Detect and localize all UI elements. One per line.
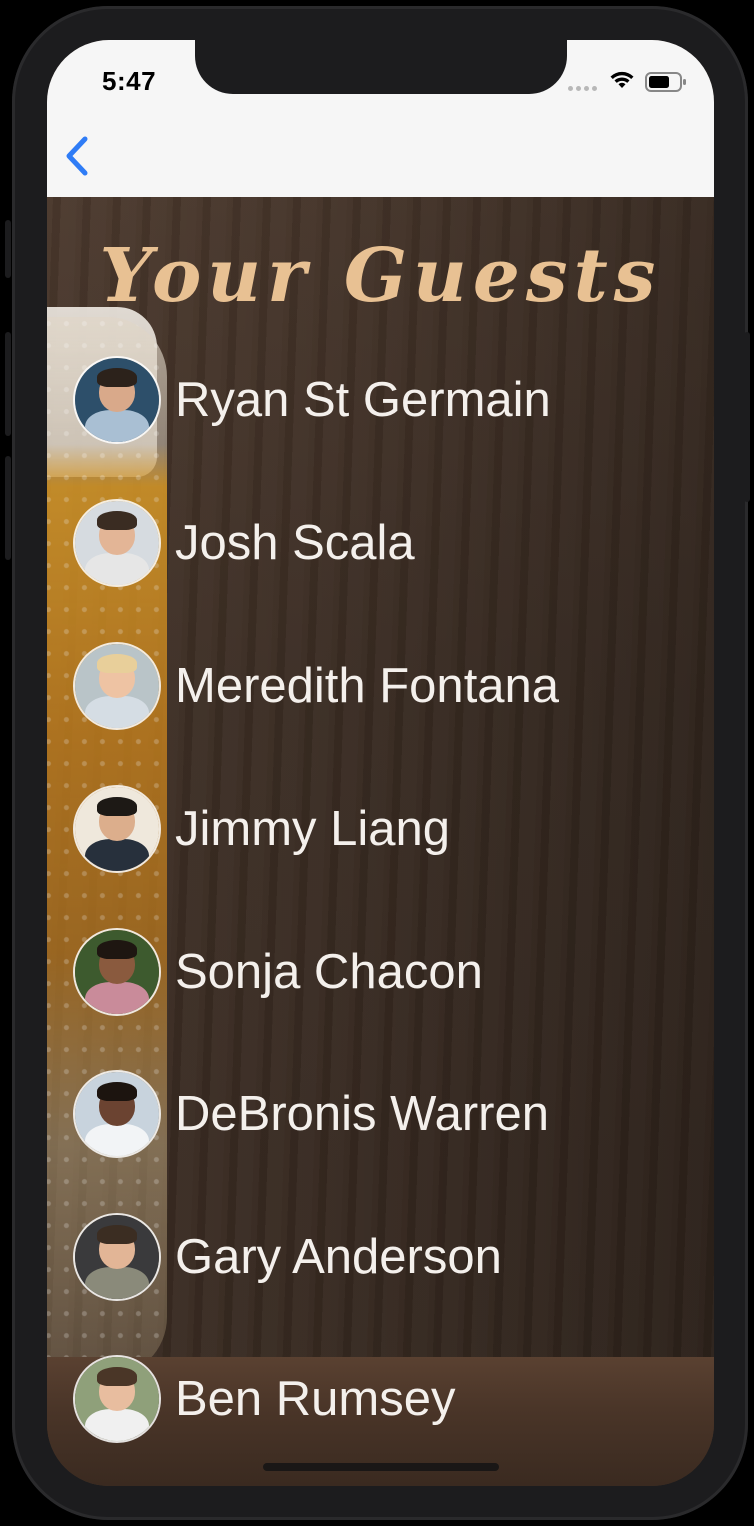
volume-up-button — [5, 332, 11, 436]
back-button[interactable] — [61, 135, 97, 177]
silent-switch — [5, 220, 11, 278]
guest-row[interactable]: Jimmy Liang — [73, 783, 450, 875]
guest-name: DeBronis Warren — [175, 1087, 549, 1141]
avatar — [73, 1070, 161, 1158]
home-indicator — [263, 1463, 499, 1471]
avatar — [73, 499, 161, 587]
power-button — [744, 332, 750, 502]
guest-row[interactable]: DeBronis Warren — [73, 1068, 549, 1160]
notch — [195, 40, 567, 94]
battery-icon — [645, 72, 686, 92]
avatar — [73, 356, 161, 444]
guest-name: Josh Scala — [175, 516, 415, 570]
screen: Your Guests Ryan St Germain Josh Scala Mer… — [47, 40, 714, 1486]
avatar — [73, 1213, 161, 1301]
guest-row[interactable]: Sonja Chacon — [73, 926, 483, 1018]
guest-row[interactable]: Ryan St Germain — [73, 354, 551, 446]
avatar — [73, 928, 161, 1016]
avatar — [73, 785, 161, 873]
avatar — [73, 1355, 161, 1443]
guest-name: Sonja Chacon — [175, 945, 483, 999]
status-bar: 5:47 — [47, 40, 714, 197]
guest-list-screen: Your Guests Ryan St Germain Josh Scala Mer… — [47, 197, 714, 1486]
guest-name: Meredith Fontana — [175, 659, 560, 713]
guest-name: Gary Anderson — [175, 1230, 502, 1284]
page-title: Your Guests — [99, 233, 662, 319]
chevron-left-icon — [66, 136, 88, 176]
guest-row[interactable]: Josh Scala — [73, 497, 415, 589]
guest-row[interactable]: Ben Rumsey — [73, 1353, 456, 1445]
guest-name: Ben Rumsey — [175, 1372, 456, 1426]
cellular-signal-icon — [568, 86, 597, 91]
guest-name: Jimmy Liang — [175, 802, 451, 856]
wifi-icon — [610, 71, 634, 88]
guest-name: Ryan St Germain — [175, 373, 551, 427]
guest-row[interactable]: Gary Anderson — [73, 1211, 502, 1303]
status-time: 5:47 — [102, 66, 157, 96]
avatar — [73, 642, 161, 730]
volume-down-button — [5, 456, 11, 560]
guest-row[interactable]: Meredith Fontana — [73, 640, 559, 732]
